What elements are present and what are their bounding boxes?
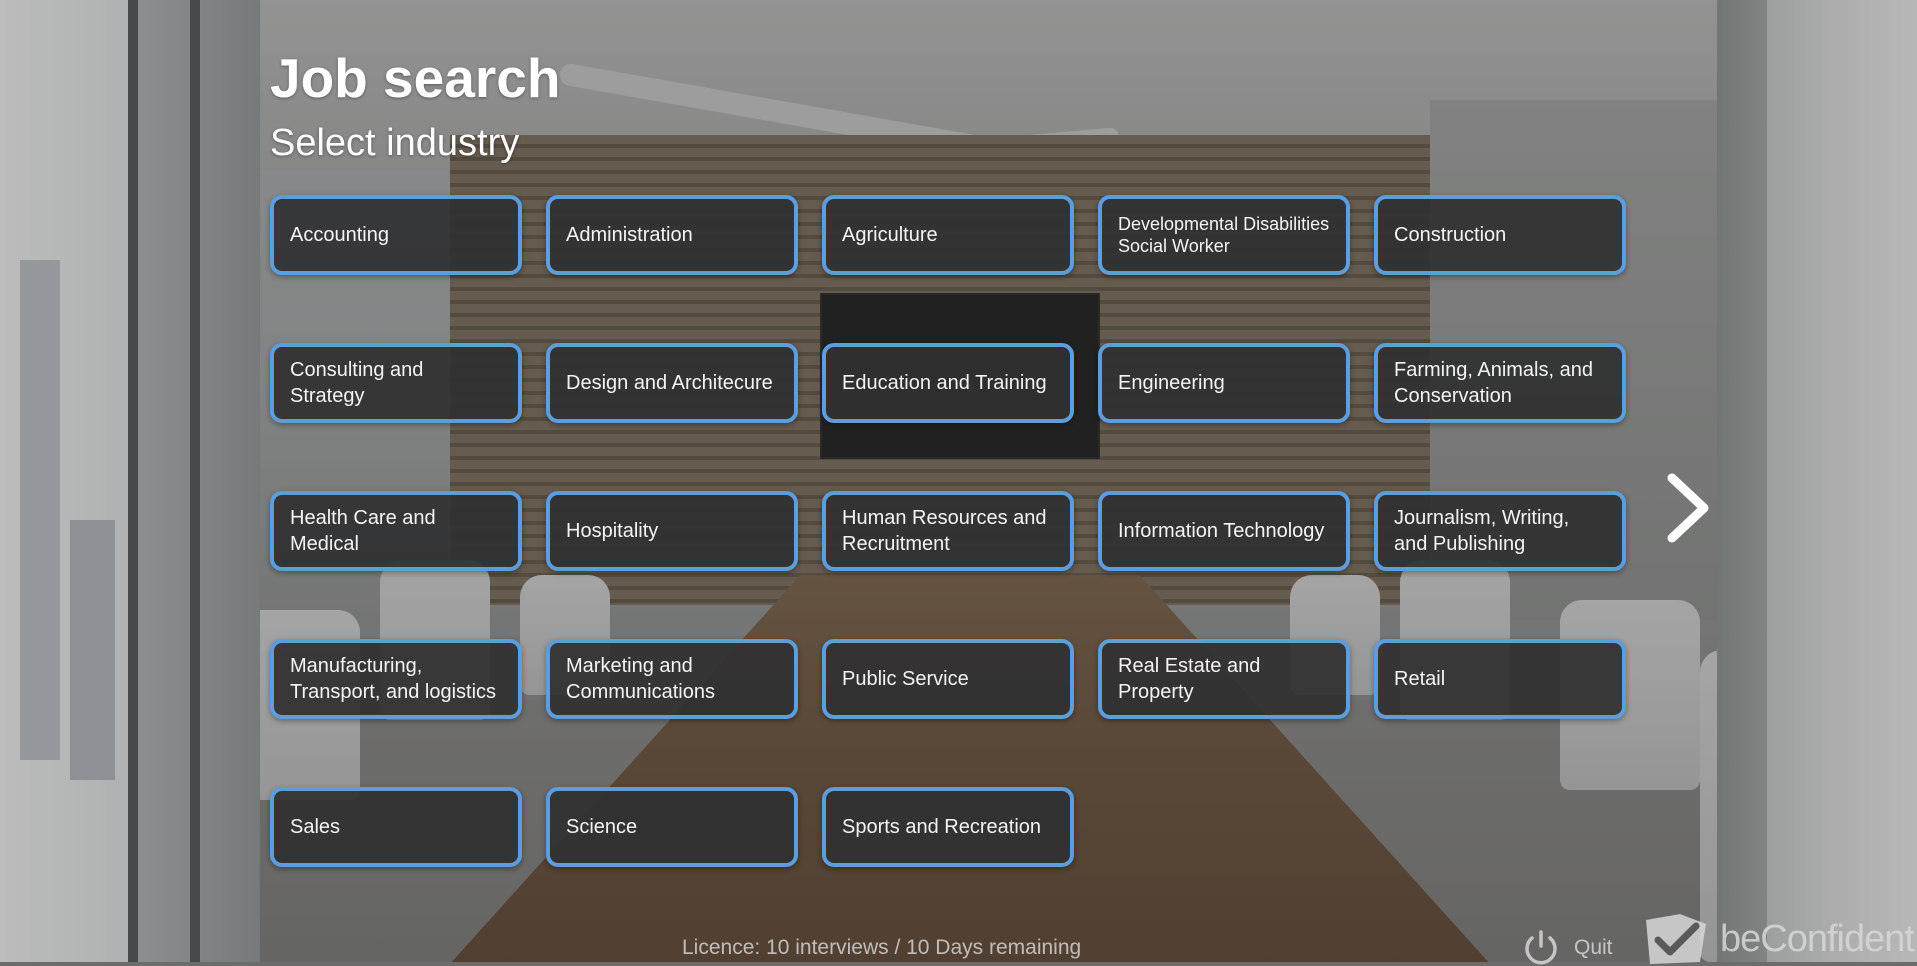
industry-button-consulting-and-strategy[interactable]: Consulting and Strategy <box>270 343 522 423</box>
industry-button-real-estate-and-property[interactable]: Real Estate and Property <box>1098 639 1350 719</box>
industry-button-sales[interactable]: Sales <box>270 787 522 867</box>
next-page-button[interactable] <box>1660 472 1714 544</box>
industry-button-hospitality[interactable]: Hospitality <box>546 491 798 571</box>
page-title: Job search <box>270 47 561 109</box>
quit-button[interactable]: Quit <box>1520 930 1613 966</box>
industry-grid: Accounting Administration Agriculture De… <box>270 195 1626 867</box>
chevron-right-icon <box>1667 473 1709 543</box>
industry-button-education-and-training[interactable]: Education and Training <box>822 343 1074 423</box>
industry-button-administration[interactable]: Administration <box>546 195 798 275</box>
industry-button-journalism-writing-and-publishing[interactable]: Journalism, Writing, and Publishing <box>1374 491 1626 571</box>
power-icon <box>1525 930 1557 965</box>
industry-button-science[interactable]: Science <box>546 787 798 867</box>
brand-name: beConfident.io <box>1720 917 1917 960</box>
industry-button-retail[interactable]: Retail <box>1374 639 1626 719</box>
check-logo-icon <box>1646 914 1706 964</box>
industry-button-health-care-and-medical[interactable]: Health Care and Medical <box>270 491 522 571</box>
industry-button-accounting[interactable]: Accounting <box>270 195 522 275</box>
brand-logo: beConfident.io <box>1640 912 1917 966</box>
industry-button-construction[interactable]: Construction <box>1374 195 1626 275</box>
industry-button-agriculture[interactable]: Agriculture <box>822 195 1074 275</box>
industry-button-engineering[interactable]: Engineering <box>1098 343 1350 423</box>
licence-status: Licence: 10 interviews / 10 Days remaini… <box>682 936 1082 959</box>
page-subtitle: Select industry <box>270 122 520 164</box>
industry-button-manufacturing-transport-and-logistics[interactable]: Manufacturing, Transport, and logistics <box>270 639 522 719</box>
industry-button-information-technology[interactable]: Information Technology <box>1098 491 1350 571</box>
quit-label: Quit <box>1574 936 1613 959</box>
industry-button-sports-and-recreation[interactable]: Sports and Recreation <box>822 787 1074 867</box>
industry-button-design-and-architecure[interactable]: Design and Architecure <box>546 343 798 423</box>
industry-button-marketing-and-communications[interactable]: Marketing and Communications <box>546 639 798 719</box>
industry-button-human-resources-and-recruitment[interactable]: Human Resources and Recruitment <box>822 491 1074 571</box>
industry-button-developmental-disabilities-social-worker[interactable]: Developmental Disabilities Social Worker <box>1098 195 1350 275</box>
industry-button-public-service[interactable]: Public Service <box>822 639 1074 719</box>
industry-button-farming-animals-and-conservation[interactable]: Farming, Animals, and Conservation <box>1374 343 1626 423</box>
